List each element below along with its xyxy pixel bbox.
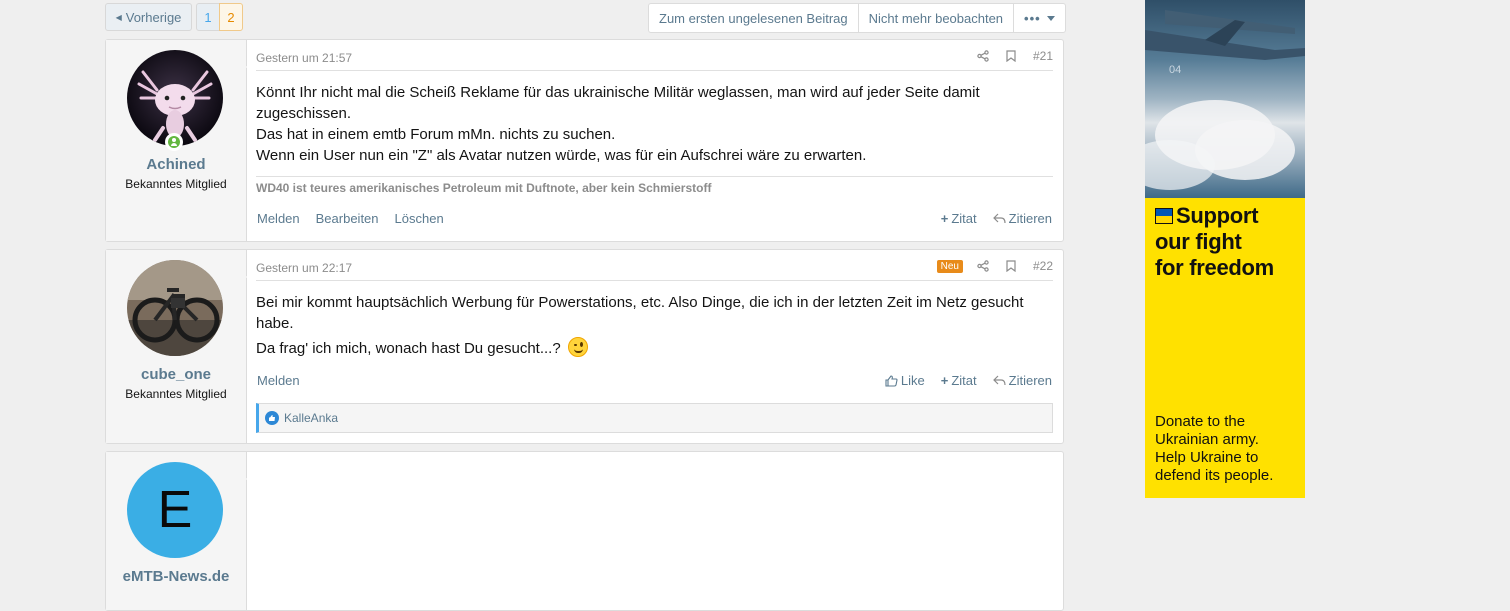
username[interactable]: eMTB-News.de [106,568,246,585]
ad-photo: 04 [1145,0,1305,198]
online-status-icon [165,133,183,151]
reply-quote-button[interactable]: Zitieren [992,373,1052,388]
post-line: Könnt Ihr nicht mal die Scheiß Reklame f… [256,84,980,122]
reply-icon [992,375,1006,386]
avatar[interactable]: E [127,462,223,558]
report-link[interactable]: Melden [257,373,300,388]
post-date[interactable]: Gestern um 22:17 [256,261,352,275]
post-meta: Gestern um 21:57 #21 [256,46,1053,71]
share-icon[interactable] [969,50,997,62]
more-dots-icon: ••• [1024,10,1041,26]
username[interactable]: cube_one [106,366,246,383]
post-body: Könnt Ihr nicht mal die Scheiß Reklame f… [256,82,1053,166]
chevron-down-icon [1046,15,1055,21]
post-date[interactable]: Gestern um 21:57 [256,51,352,65]
new-badge: Neu [936,259,963,273]
reply-quote-button[interactable]: Zitieren [992,211,1052,226]
username[interactable]: Achined [106,156,246,173]
post-body: Bei mir kommt hauptsächlich Werbung für … [256,292,1053,359]
like-reaction-icon [265,411,279,425]
reply-icon [992,213,1006,224]
post-line: Da frag' ich mich, wonach hast Du gesuch… [256,340,561,357]
first-unread-button[interactable]: Zum ersten ungelesenen Beitrag [649,4,859,32]
wink-emoji-icon [567,337,588,357]
page-1-link[interactable]: 1 [196,3,220,31]
avatar-letter: E [157,481,193,539]
multi-quote-button[interactable]: + Zitat [941,373,977,388]
post-line: Das hat in einem emtb Forum mMn. nichts … [256,126,616,143]
signature: WD40 ist teures amerikanisches Petroleum… [256,176,1053,195]
ad-subtext: Donate to the Ukrainian army. Help Ukrai… [1155,413,1274,484]
post-meta: Gestern um 22:17 Neu #22 [256,256,1053,281]
share-icon[interactable] [969,260,997,272]
user-info: cube_one Bekanntes Mitglied [106,250,255,443]
reactions-bar[interactable]: KalleAnka [256,403,1053,433]
like-button[interactable]: Like [885,373,925,388]
post-21: Achined Bekanntes Mitglied Gestern um 21… [105,39,1064,242]
user-title: Bekanntes Mitglied [125,387,227,401]
bookmark-icon[interactable] [997,50,1025,62]
page-2-current[interactable]: 2 [219,3,243,31]
post-number[interactable]: #22 [1033,259,1053,273]
post-number[interactable]: #21 [1033,49,1053,63]
reaction-users[interactable]: KalleAnka [284,411,338,425]
thumbs-up-icon [885,374,898,387]
chevron-left-icon: ◀ [115,12,122,22]
pagination: ◀ Vorherige 1 2 [105,3,243,33]
post-line: Wenn ein User nun ein "Z" als Avatar nut… [256,147,867,164]
ad-banner: Support our fight for freedom Donate to … [1145,198,1305,498]
avatar[interactable] [127,50,223,146]
plus-icon: + [940,211,949,226]
user-info: Achined Bekanntes Mitglied [106,40,255,241]
thread-actions: Zum ersten ungelesenen Beitrag Nicht meh… [648,3,1066,33]
edit-link[interactable]: Bearbeiten [316,211,379,226]
more-menu-button[interactable]: ••• [1014,4,1065,32]
user-info: E eMTB-News.de [106,452,255,610]
avatar[interactable] [127,260,223,356]
plus-icon: + [940,373,949,388]
ukraine-flag-icon [1155,208,1173,224]
prev-page-button[interactable]: ◀ Vorherige [105,3,192,31]
delete-link[interactable]: Löschen [395,211,444,226]
ad-headline: Support our fight for freedom [1155,203,1274,280]
advertisement[interactable]: 04 Support our fight for freedom Donate … [1145,0,1305,498]
unwatch-button[interactable]: Nicht mehr beobachten [859,4,1015,32]
multi-quote-button[interactable]: + Zitat [941,211,977,226]
prev-page-label: Vorherige [125,9,182,25]
post-23: E eMTB-News.de [105,451,1064,611]
post-22: cube_one Bekanntes Mitglied Gestern um 2… [105,249,1064,444]
bookmark-icon[interactable] [997,260,1025,272]
ad-photo-label: 04 [1169,64,1182,76]
post-line: Bei mir kommt hauptsächlich Werbung für … [256,294,1024,332]
user-title: Bekanntes Mitglied [125,177,227,191]
report-link[interactable]: Melden [257,211,300,226]
